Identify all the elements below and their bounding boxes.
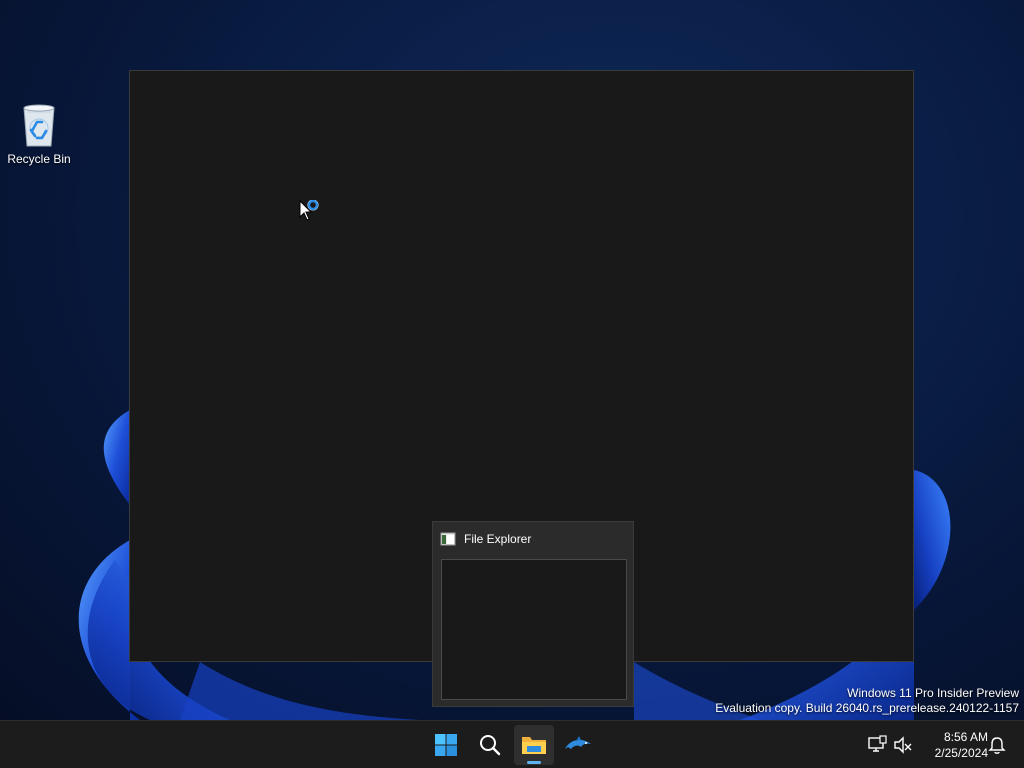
search-button[interactable] bbox=[470, 725, 510, 765]
start-windows-icon bbox=[435, 734, 457, 756]
active-indicator bbox=[527, 761, 541, 764]
dolphin-taskbar-button[interactable] bbox=[558, 725, 598, 765]
file-explorer-folder-icon bbox=[522, 737, 546, 754]
taskbar: 8:56 AM 2/25/2024 bbox=[0, 720, 1024, 768]
file-explorer-app-icon bbox=[440, 532, 456, 546]
build-watermark: Windows 11 Pro Insider Preview Evaluatio… bbox=[715, 686, 1019, 716]
preview-thumbnail[interactable] bbox=[441, 559, 627, 700]
desktop-icon-label: Recycle Bin bbox=[7, 152, 71, 166]
start-button[interactable] bbox=[426, 725, 466, 765]
notification-bell-icon[interactable] bbox=[987, 735, 1007, 755]
volume-muted-icon[interactable] bbox=[893, 735, 913, 755]
dolphin-app-icon bbox=[565, 736, 591, 749]
recycle-bin-icon bbox=[23, 104, 55, 147]
watermark-edition: Windows 11 Pro Insider Preview bbox=[847, 686, 1019, 700]
preview-title: File Explorer bbox=[464, 532, 532, 546]
file-explorer-taskbar-button[interactable] bbox=[514, 725, 554, 765]
busy-pointer-icon bbox=[299, 200, 319, 221]
network-icon[interactable] bbox=[867, 735, 887, 755]
tray-clock[interactable]: 8:56 AM 2/25/2024 bbox=[918, 729, 988, 761]
search-icon bbox=[480, 735, 501, 756]
clock-time: 8:56 AM bbox=[943, 730, 988, 744]
preview-header: File Explorer bbox=[440, 531, 531, 547]
watermark-build: Evaluation copy. Build 26040.rs_prerelea… bbox=[715, 701, 1019, 715]
clock-date: 2/25/2024 bbox=[934, 746, 988, 760]
taskbar-thumbnail-preview[interactable]: File Explorer bbox=[432, 521, 634, 707]
desktop-icon-recycle-bin[interactable]: Recycle Bin bbox=[4, 102, 74, 166]
